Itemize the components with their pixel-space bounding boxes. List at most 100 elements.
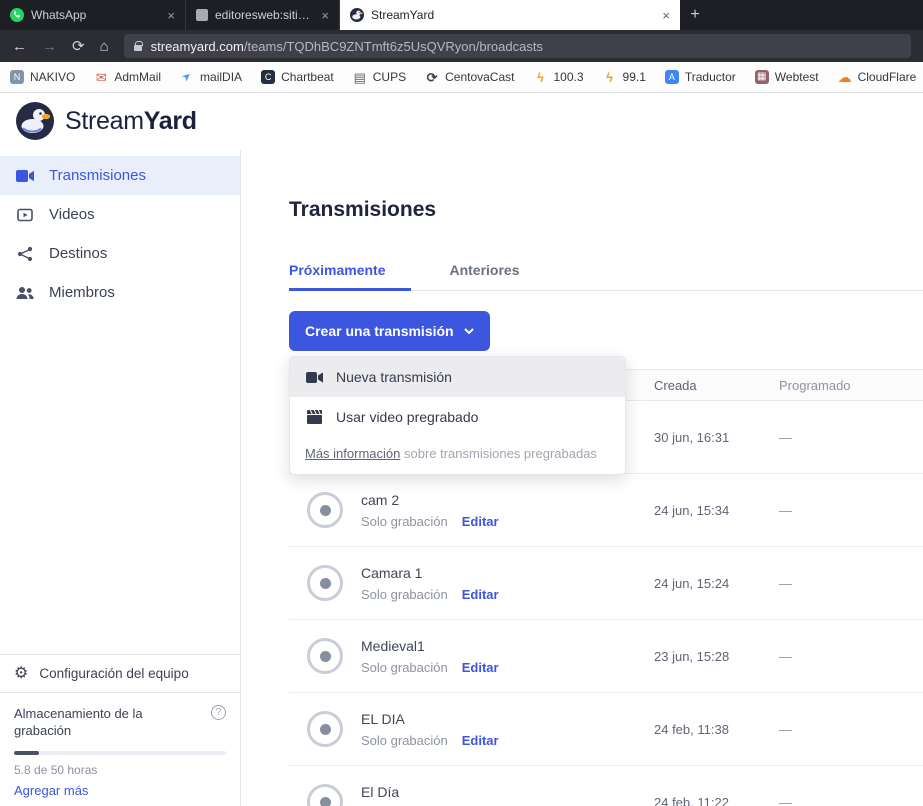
home-button[interactable]: ⌂ bbox=[100, 39, 109, 54]
brand-wordmark[interactable]: StreamYard bbox=[65, 107, 197, 136]
menu-item-video-pregrabado[interactable]: Usar video pregrabado bbox=[290, 397, 625, 437]
bookmark-nakivo[interactable]: NNAKIVO bbox=[10, 70, 75, 84]
url-domain: streamyard.com bbox=[151, 39, 244, 54]
row-scheduled: — bbox=[779, 649, 792, 664]
tab-title: editoresweb:sitioweb:eldia.co bbox=[215, 8, 314, 22]
bookmark-label: Webtest bbox=[775, 70, 819, 84]
edit-link[interactable]: Editar bbox=[462, 587, 499, 602]
menu-item-nueva-transmision[interactable]: Nueva transmisión bbox=[290, 357, 625, 397]
send-icon: ➤ bbox=[177, 67, 197, 87]
edit-link[interactable]: Editar bbox=[462, 514, 499, 529]
close-icon[interactable]: × bbox=[167, 8, 175, 23]
camera-icon bbox=[305, 371, 323, 384]
storage-title: Almacenamiento de la grabación bbox=[14, 705, 174, 739]
row-title: cam 2 bbox=[361, 492, 499, 508]
menu-info-rest: sobre transmisiones pregrabadas bbox=[400, 446, 597, 461]
sidebar-item-label: Transmisiones bbox=[49, 167, 146, 184]
brand-part1: Stream bbox=[65, 107, 144, 135]
bookmark-label: NAKIVO bbox=[30, 70, 75, 84]
gear-icon: ⚙ bbox=[14, 666, 28, 682]
bookmark-maildia[interactable]: ➤mailDIA bbox=[180, 70, 242, 84]
url-bar[interactable]: streamyard.com/teams/TQDhBC9ZNTmft6z5UsQ… bbox=[124, 34, 911, 58]
brand-part2: Yard bbox=[144, 107, 197, 135]
tab-anteriores[interactable]: Anteriores bbox=[449, 262, 545, 290]
mas-informacion-link[interactable]: Más información bbox=[305, 446, 400, 461]
row-title: Camara 1 bbox=[361, 565, 499, 581]
site-favicon-icon bbox=[196, 9, 208, 21]
cast-icon: ⟳ bbox=[425, 70, 439, 84]
back-button[interactable]: ← bbox=[12, 39, 27, 54]
forward-button[interactable]: → bbox=[42, 39, 57, 54]
record-icon bbox=[307, 711, 343, 747]
image-icon: ▦ bbox=[755, 70, 769, 84]
bookmarks-bar: NNAKIVO ✉AdmMail ➤mailDIA CChartbeat ▤ CU… bbox=[0, 62, 923, 93]
row-scheduled: — bbox=[779, 430, 792, 445]
table-row[interactable]: EL DIA Solo grabación Editar 24 feb, 11:3… bbox=[289, 693, 923, 766]
table-row[interactable]: El Día Solo grabaciónEditar 24 feb, 11:2… bbox=[289, 766, 923, 806]
bookmark-100-3[interactable]: ϟ100.3 bbox=[533, 70, 583, 84]
bookmark-label: Traductor bbox=[685, 70, 736, 84]
bookmark-cloudflare[interactable]: ☁CloudFlare bbox=[838, 70, 917, 84]
bookmark-label: mailDIA bbox=[200, 70, 242, 84]
people-icon bbox=[15, 286, 35, 300]
browser-tab-whatsapp[interactable]: WhatsApp × bbox=[0, 0, 186, 30]
sidebar-item-transmisiones[interactable]: Transmisiones bbox=[0, 156, 240, 195]
row-title: Medieval1 bbox=[361, 638, 499, 654]
row-subtitle: Solo grabación bbox=[361, 660, 448, 675]
bookmark-traductor[interactable]: A Traductor bbox=[665, 70, 736, 84]
help-icon[interactable]: ? bbox=[211, 705, 226, 720]
record-icon bbox=[307, 784, 343, 806]
row-created: 30 jun, 16:31 bbox=[654, 430, 779, 445]
team-settings-label: Configuración del equipo bbox=[39, 666, 188, 681]
browser-window: WhatsApp × editoresweb:sitioweb:eldia.co… bbox=[0, 0, 923, 806]
sidebar-item-label: Destinos bbox=[49, 245, 107, 262]
bookmark-cups[interactable]: ▤ CUPS bbox=[353, 70, 406, 84]
table-row[interactable]: Medieval1 Solo grabación Editar 23 jun, 1… bbox=[289, 620, 923, 693]
sidebar-item-miembros[interactable]: Miembros bbox=[0, 273, 240, 312]
bookmark-99-1[interactable]: ϟ99.1 bbox=[603, 70, 646, 84]
browser-tab-streamyard[interactable]: StreamYard × bbox=[340, 0, 680, 30]
add-more-link[interactable]: Agregar más bbox=[14, 783, 226, 798]
column-header-creada: Creada bbox=[654, 378, 779, 393]
sidebar-item-videos[interactable]: Videos bbox=[0, 195, 240, 234]
bookmark-admmail[interactable]: ✉AdmMail bbox=[94, 70, 161, 84]
edit-link[interactable]: Editar bbox=[462, 733, 499, 748]
team-settings-button[interactable]: ⚙ Configuración del equipo bbox=[0, 654, 240, 692]
translate-icon: A bbox=[665, 70, 679, 84]
row-created: 24 feb, 11:38 bbox=[654, 722, 779, 737]
streamyard-logo[interactable] bbox=[16, 102, 54, 140]
sidebar-item-label: Miembros bbox=[49, 284, 115, 301]
browser-tab-eldia[interactable]: editoresweb:sitioweb:eldia.co × bbox=[186, 0, 340, 30]
cloud-icon: ☁ bbox=[838, 70, 852, 84]
table-row[interactable]: Camara 1 Solo grabaciónEditar 24 jun, 15… bbox=[289, 547, 923, 620]
clapperboard-icon bbox=[305, 410, 323, 424]
bookmark-chartbeat[interactable]: CChartbeat bbox=[261, 70, 334, 84]
sidebar-item-label: Videos bbox=[49, 206, 95, 223]
row-title: El Día bbox=[361, 784, 499, 800]
row-subtitle: Solo grabación bbox=[361, 733, 448, 748]
reload-button[interactable]: ⟳ bbox=[72, 39, 85, 54]
bookmark-centovacast[interactable]: ⟳CentovaCast bbox=[425, 70, 514, 84]
main-content: Transmisiones Próximamente Anteriores Cr… bbox=[241, 150, 923, 806]
printer-icon: ▤ bbox=[353, 70, 367, 84]
row-title: EL DIA bbox=[361, 711, 499, 727]
whatsapp-icon bbox=[10, 8, 24, 22]
close-icon[interactable]: × bbox=[321, 8, 329, 23]
new-tab-button[interactable]: + bbox=[680, 0, 710, 30]
row-created: 23 jun, 15:28 bbox=[654, 649, 779, 664]
bookmark-webtest[interactable]: ▦ Webtest bbox=[755, 70, 819, 84]
chartbeat-icon: C bbox=[261, 70, 275, 84]
menu-info-text: Más información sobre transmisiones preg… bbox=[290, 437, 625, 474]
edit-link[interactable]: Editar bbox=[462, 660, 499, 675]
close-icon[interactable]: × bbox=[662, 8, 670, 23]
row-subtitle: Solo grabación bbox=[361, 514, 448, 529]
storage-progress-fill bbox=[14, 751, 39, 755]
create-broadcast-button[interactable]: Crear una transmisión bbox=[289, 311, 490, 351]
tab-title: StreamYard bbox=[371, 8, 655, 22]
sidebar-item-destinos[interactable]: Destinos bbox=[0, 234, 240, 273]
url-path: /teams/TQDhBC9ZNTmft6z5UsQVRyon/broadcas… bbox=[244, 39, 543, 54]
tab-proximamente[interactable]: Próximamente bbox=[289, 262, 411, 290]
bookmark-label: 99.1 bbox=[623, 70, 646, 84]
table-row[interactable]: cam 2 Solo grabaciónEditar 24 jun, 15:34… bbox=[289, 474, 923, 547]
bookmark-label: CUPS bbox=[373, 70, 406, 84]
